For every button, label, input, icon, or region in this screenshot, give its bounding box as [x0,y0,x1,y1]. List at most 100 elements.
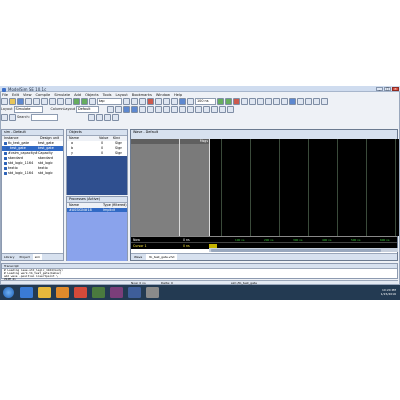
workspace-tabs: Library Project sim [2,253,63,260]
list-icon[interactable] [313,98,320,105]
open-folder-icon[interactable] [9,98,16,105]
help-icon[interactable] [321,98,328,105]
break-icon[interactable] [147,98,154,105]
layout-label: Layout [1,107,13,111]
media-taskbar-icon[interactable] [92,287,105,298]
now-value: 0 ns [183,237,190,242]
dataflow-icon[interactable] [297,98,304,105]
window-title: ModelSim SE 10.1c [8,86,47,92]
find-edge-icon[interactable] [281,98,288,105]
contains-icon[interactable] [9,114,16,121]
new-file-icon[interactable] [1,98,8,105]
paste-icon[interactable] [49,98,56,105]
run-all-icon[interactable] [225,98,232,105]
continue-icon[interactable] [187,98,194,105]
cursor-value: 0 ns [183,243,190,248]
edge-prev-icon[interactable] [171,106,179,113]
processes-panel: Processes (Active) Name Type (filtered) … [66,196,128,261]
workspace-row[interactable]: std_logic_1164 std_logic [2,171,63,176]
wave-panel: Wave - Default Msgs Now 0 ns 100 ns 200 n… [130,129,399,261]
stop-icon[interactable] [233,98,240,105]
wave-zoom-icon[interactable] [187,106,195,113]
snap-icon[interactable] [203,106,211,113]
title-bar[interactable]: ModelSim SE 10.1c [0,86,400,92]
compile-all-icon[interactable] [81,98,88,105]
instance-icon [6,147,9,150]
start-button[interactable] [3,287,14,298]
objects-list: a 0 Sign b 0 Sign y 0 Sign [67,141,127,156]
other-taskbar-icon[interactable] [146,287,159,298]
wave-icon[interactable] [289,98,296,105]
copy-icon[interactable] [41,98,48,105]
group-icon[interactable] [147,106,155,113]
find-first-icon[interactable] [87,114,95,121]
system-clock[interactable]: 10:20 PM 1/15/2016 [360,288,396,296]
edge-next-icon[interactable] [179,106,187,113]
memory-icon[interactable] [305,98,312,105]
radix-icon[interactable] [163,106,171,113]
find-prev-icon[interactable] [95,114,103,121]
cut-icon[interactable] [33,98,40,105]
wave-value-pane: Msgs [179,139,210,236]
save-icon[interactable] [17,98,24,105]
search-input[interactable]: tap [97,98,122,105]
bookmark-next-icon[interactable] [139,98,146,105]
column-layout-select[interactable]: Default [76,106,100,113]
wave-tab[interactable]: tb_test_gate.vhd [146,254,178,260]
search-label: Search: [17,115,30,119]
tab-sim[interactable]: sim [32,254,43,260]
modelsim-taskbar-icon[interactable] [128,287,141,298]
clock-date: 1/15/2016 [380,292,396,296]
cursor-add-icon[interactable] [265,98,272,105]
close-button[interactable]: × [392,87,399,91]
insert-divider-icon[interactable] [139,106,147,113]
compile-icon[interactable] [73,98,80,105]
bookmark-icon[interactable] [131,98,138,105]
now-label: Now [133,237,140,242]
layout-select[interactable]: Simulate [13,106,43,113]
zoom-in-icon[interactable] [241,98,248,105]
tab-project[interactable]: Project [18,254,32,260]
app-taskbar-icon[interactable] [110,287,123,298]
workspace-search-input[interactable] [30,114,58,121]
wave-select-icon[interactable] [195,106,203,113]
restart-icon[interactable] [179,98,186,105]
explorer-taskbar-icon[interactable] [38,287,51,298]
measure-icon[interactable] [211,106,219,113]
step-forward-icon[interactable] [123,106,131,113]
cursor-label[interactable]: Cursor 1 [133,244,147,248]
search-go-icon[interactable] [123,98,130,105]
minimize-button[interactable]: _ [376,87,383,91]
step-over-icon[interactable] [163,98,170,105]
compare-icon[interactable] [227,106,235,113]
ie-taskbar-icon[interactable] [20,287,33,298]
find-next-icon[interactable] [103,114,111,121]
lock-icon[interactable] [219,106,227,113]
firefox-taskbar-icon[interactable] [56,287,69,298]
filter-icon[interactable] [1,114,8,121]
collapse-icon[interactable] [115,106,123,113]
wave-horizontal-scrollbar[interactable] [209,248,398,252]
waveform-area[interactable] [209,139,399,236]
step-out-icon[interactable] [171,98,178,105]
cursor-remove-icon[interactable] [273,98,280,105]
wave-tab[interactable]: Wave [131,254,145,260]
tab-library[interactable]: Library [2,254,17,260]
undo-icon[interactable] [57,98,64,105]
step-icon[interactable] [155,98,162,105]
zoom-full-icon[interactable] [257,98,264,105]
step-back-icon[interactable] [131,106,139,113]
expand-icon[interactable] [107,106,115,113]
run-icon[interactable] [217,98,224,105]
run-length-input[interactable]: 100 ns [195,98,216,105]
redo-icon[interactable] [65,98,72,105]
maximize-button[interactable]: □ [384,87,391,91]
find-last-icon[interactable] [111,114,119,121]
format-icon[interactable] [155,106,163,113]
find-icon[interactable] [89,98,96,105]
instance-icon [4,162,7,165]
objects-empty-area [67,156,127,195]
zoom-out-icon[interactable] [249,98,256,105]
chrome-taskbar-icon[interactable] [74,287,87,298]
print-icon[interactable] [25,98,32,105]
